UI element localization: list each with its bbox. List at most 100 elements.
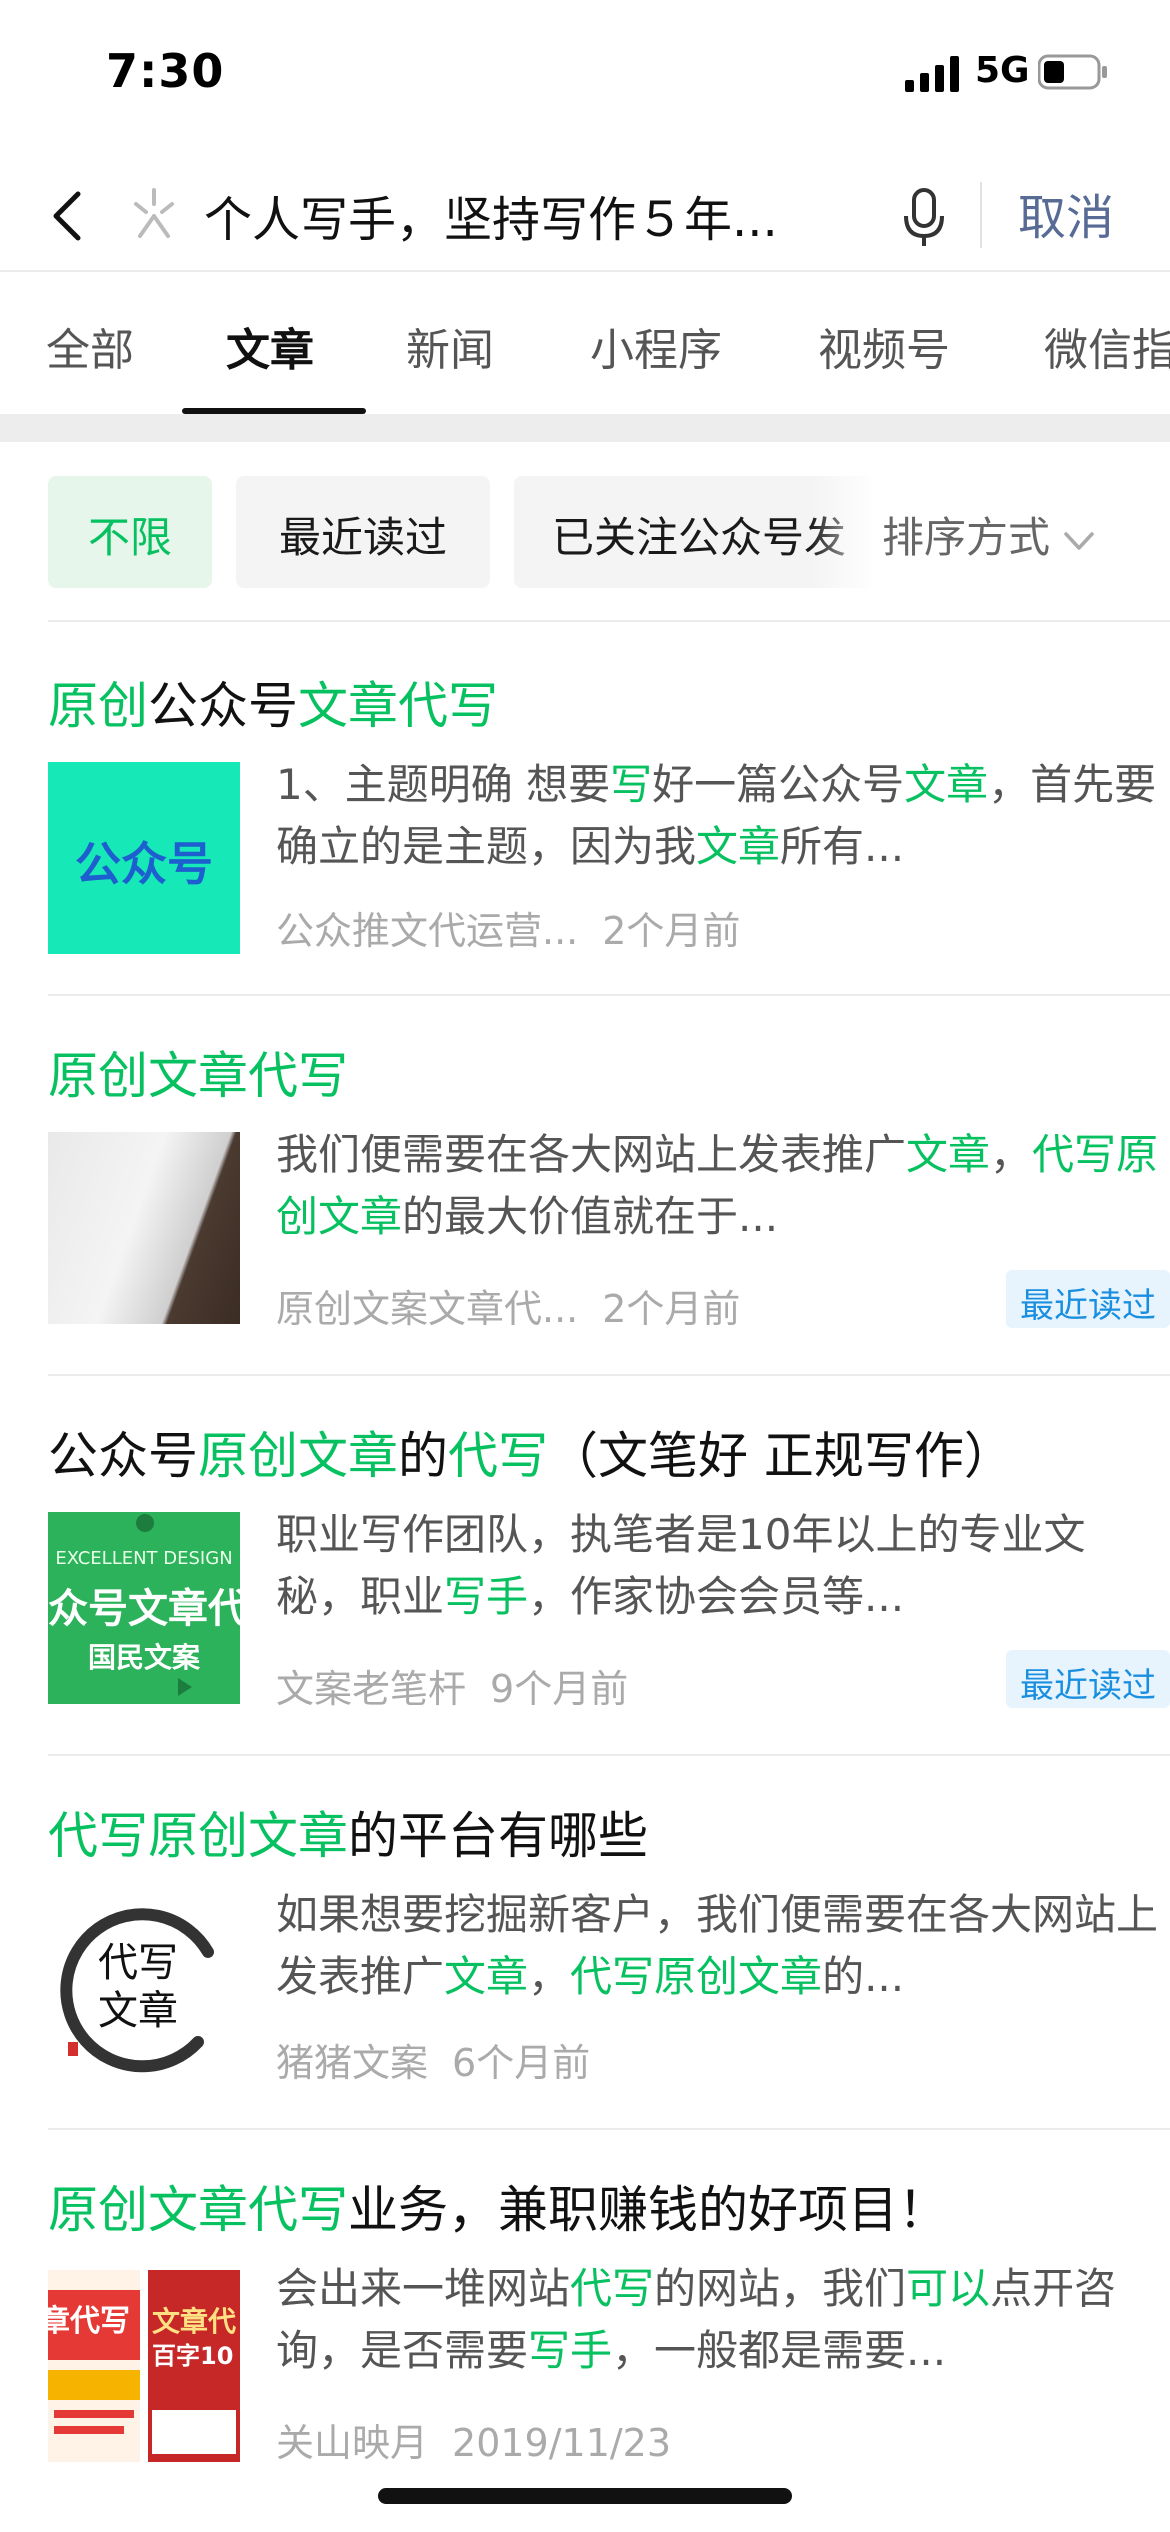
highlighted-keyword: 代写原创文章 [570,1952,823,2001]
filter-chip-recently-read[interactable]: 最近读过 [236,476,490,588]
thumbnail-text: 代写 [98,1940,178,1986]
category-tabs: 全部 文章 新闻 小程序 视频号 微信指 [0,274,1170,414]
result-date: 9个月前 [490,1667,629,1711]
home-indicator [378,2488,792,2504]
result-meta: 公众推文代运营... 2个月前 [276,900,740,955]
result-source[interactable]: 文案老笔杆 [276,1667,466,1711]
thumbnail-text: 国民文案 [87,1641,200,1674]
result-source[interactable]: 原创文案文章代... [276,1287,578,1331]
network-type: 5G [975,50,1030,91]
text-segment: 的... [822,1952,905,2001]
battery-icon [1038,54,1107,90]
result-snippet: 职业写作团队，执笔者是10年以上的专业文秘，职业写手，作家协会会员等... [276,1504,1166,1628]
tab-articles[interactable]: 文章 [226,314,314,378]
result-thumbnail-posters: 章代写 文章代 百字10 [48,2270,240,2462]
highlighted-keyword: 原创文章代写 [48,2181,348,2239]
filter-bar: 不限 最近读过 已关注公众号发 排序方式 [0,470,1170,590]
highlighted-keyword: 文章 [904,760,989,809]
thumbnail-text: 文章 [98,1988,178,2034]
result-thumbnail-laptop-photo [48,1132,240,1324]
text-segment: ，一般都是需要... [612,2326,947,2375]
text-segment: ， [990,1130,1033,1179]
result-meta: 文案老笔杆 9个月前 [276,1658,628,1713]
highlighted-keyword: 可以 [906,2264,991,2313]
text-segment: ，作家协会会员等... [528,1572,905,1621]
tab-channels[interactable]: 视频号 [818,314,950,378]
text-segment: 1、主题明确 想要 [276,760,611,809]
result-title[interactable]: 原创文章代写 [48,1036,348,1108]
result-item[interactable]: 公众号原创文章的代写（文笔好 正规写作） EXCELLENT DESIGN 众号… [48,1376,1170,1756]
text-segment: 的网站，我们 [654,2264,907,2313]
highlighted-keyword: 写手 [444,1572,529,1621]
highlighted-keyword: 文章 [696,822,781,871]
recently-read-badge: 最近读过 [1006,1270,1170,1328]
tab-news[interactable]: 新闻 [406,314,494,378]
thumbnail-text: 文章代 [152,2305,237,2338]
text-segment: 的最大价值就在于... [402,1192,779,1241]
sort-button[interactable]: 排序方式 [872,476,1097,588]
highlighted-keyword: 文章 [444,1952,529,2001]
result-date: 2个月前 [602,909,741,953]
result-item[interactable]: 原创文章代写业务，兼职赚钱的好项目！ 章代写 文章代 百字10 会出来一堆网站代… [48,2130,1170,2510]
search-bar: 个人写手，坚持写作５年... 取消 [0,160,1170,272]
text-segment: 的平台有哪些 [348,1807,648,1865]
highlighted-keyword: 文章 [906,1130,991,1179]
highlighted-keyword: 原创文章 [198,1427,398,1485]
text-segment: （文笔好 正规写作） [548,1427,1014,1485]
result-item[interactable]: 原创公众号文章代写 公众号 1、主题明确 想要写好一篇公众号文章，首先要确立的是… [48,622,1170,996]
poster-right: 文章代 百字10 [148,2270,240,2462]
filter-fade [810,476,880,588]
section-separator [0,414,1170,442]
result-item[interactable]: 代写原创文章的平台有哪些 代写 文章 如果想要挖掘新客户，我们便需要在各大网站上… [48,1756,1170,2130]
thumbnail-text: 百字10 [152,2342,234,2370]
tab-wechat-index[interactable]: 微信指 [1044,314,1170,378]
result-title[interactable]: 原创文章代写业务，兼职赚钱的好项目！ [48,2170,948,2242]
result-meta: 猪猪文案 6个月前 [276,2032,590,2087]
text-segment: 业务，兼职赚钱的好项目！ [348,2181,948,2239]
recently-read-badge: 最近读过 [1006,1650,1170,1708]
result-date: 2个月前 [602,1287,741,1331]
text-segment: 会出来一堆网站 [276,2264,571,2313]
result-source[interactable]: 猪猪文案 [276,2041,428,2085]
status-time: 7:30 [106,44,225,98]
tab-all[interactable]: 全部 [46,314,134,378]
thumbnail-text: 章代写 [48,2304,130,2339]
text-segment: ， [528,1952,571,2001]
highlighted-keyword: 代写 [570,2264,655,2313]
result-source[interactable]: 关山映月 [276,2421,428,2465]
tab-mini-programs[interactable]: 小程序 [590,314,722,378]
search-query[interactable]: 个人写手，坚持写作５年... [204,180,844,250]
microphone-icon[interactable] [896,180,952,252]
result-title[interactable]: 原创公众号文章代写 [48,666,498,738]
highlighted-keyword: 文章代写 [298,677,498,735]
result-thumbnail: 公众号 [48,762,240,954]
filter-chip-unlimited[interactable]: 不限 [48,476,212,588]
cellular-signal-icon [905,56,959,92]
result-title[interactable]: 公众号原创文章的代写（文笔好 正规写作） [48,1416,1014,1488]
play-triangle-icon [178,1678,192,1696]
text-segment: 的 [398,1427,448,1485]
highlighted-keyword: 写手 [528,2326,613,2375]
result-source[interactable]: 公众推文代运营... [276,909,578,953]
text-segment: 公众号 [48,1427,198,1485]
result-title[interactable]: 代写原创文章的平台有哪些 [48,1796,648,1868]
highlighted-keyword: 代写 [448,1427,548,1485]
thumbnail-text: 公众号 [75,837,213,891]
highlighted-keyword: 原创 [48,677,148,735]
text-segment: 我们便需要在各大网站上发表推广 [276,1130,907,1179]
highlighted-keyword: 代写原创文章 [48,1807,348,1865]
text-segment: 公众号 [148,677,298,735]
result-date: 6个月前 [452,2041,591,2085]
thumbnail-text: 众号文章代 [48,1586,240,1632]
status-bar: 7:30 5G [0,0,1170,150]
chevron-down-icon [1064,531,1094,550]
result-snippet: 会出来一堆网站代写的网站，我们可以点开咨询，是否需要写手，一般都是需要... [276,2258,1166,2382]
search-sparkle-icon [134,188,174,238]
back-chevron-icon[interactable] [44,180,94,252]
cancel-button[interactable]: 取消 [1018,178,1114,248]
text-segment: 所有... [780,822,905,871]
highlighted-keyword: 写 [610,760,653,809]
result-item[interactable]: 原创文章代写 我们便需要在各大网站上发表推广文章，代写原创文章的最大价值就在于.… [48,996,1170,1376]
result-meta: 原创文案文章代... 2个月前 [276,1278,740,1333]
result-date: 2019/11/23 [452,2421,672,2465]
